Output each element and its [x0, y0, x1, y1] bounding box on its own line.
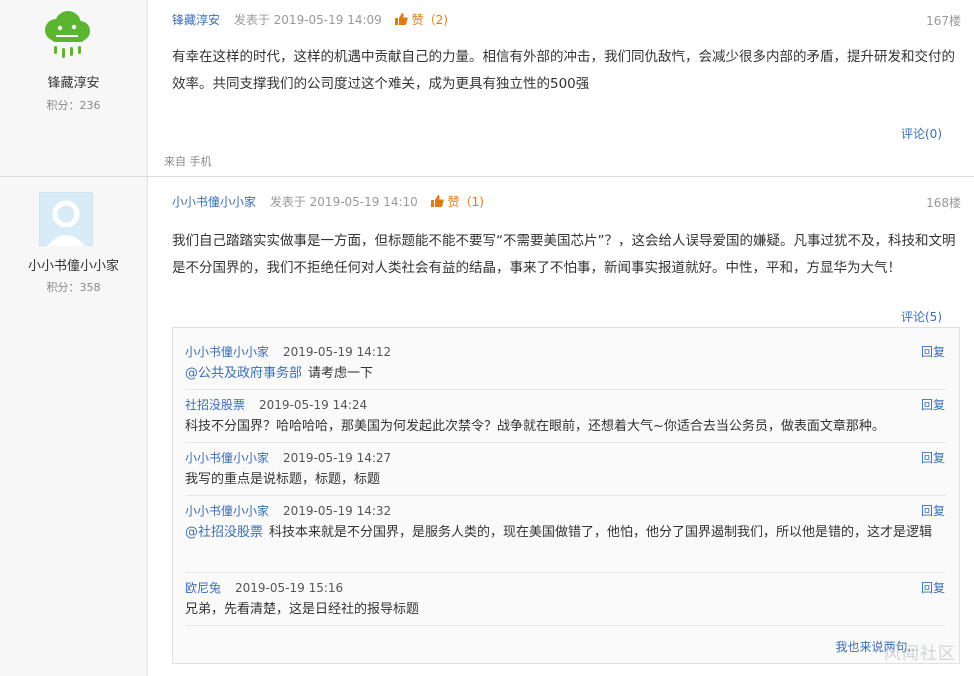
- list-item: 小小书僮小小家 2019-05-19 14:12 回复 @公共及政府事务部 请考虑一…: [185, 343, 945, 383]
- avatar[interactable]: [38, 191, 94, 247]
- author-score: 积分：236: [46, 99, 101, 112]
- list-item: 小小书僮小小家 2019-05-19 14:27 回复 我写的重点是说标题，标题，…: [185, 449, 945, 489]
- reply-button[interactable]: 回复: [921, 396, 945, 413]
- reply-button[interactable]: 回复: [921, 449, 945, 466]
- author-score: 积分：358: [46, 281, 101, 294]
- post-body: 我们自己踏踏实实做事是一方面，但标题能不能不要写“不需要美国芯片”？，这会给人误…: [172, 233, 956, 276]
- post-header: 锋藏淳安 发表于 2019-05-19 14:09 赞（2): [172, 11, 448, 28]
- reply-button[interactable]: 回复: [921, 502, 945, 519]
- comments-link[interactable]: 评论(0): [901, 125, 942, 142]
- mention-link[interactable]: @公共及政府事务部: [185, 366, 302, 381]
- reply-divider: [185, 625, 945, 626]
- reply-user[interactable]: 小小书僮小小家: [185, 345, 269, 359]
- reply-divider: [185, 572, 945, 573]
- like-button[interactable]: 赞（2): [394, 13, 448, 27]
- reply-text: 科技本来就是不分国界，是服务人类的，现在美国做错了，他怕，他分了国界遏制我们，所…: [269, 525, 933, 540]
- reply-list: 小小书僮小小家 2019-05-19 14:12 回复 @公共及政府事务部 请考虑一…: [172, 327, 960, 664]
- post-time: 发表于 2019-05-19 14:10: [269, 195, 418, 209]
- post-167: 锋藏淳安 积分：236 锋藏淳安 发表于 2019-05-19 14:09 赞（…: [0, 0, 974, 176]
- post-header: 小小书僮小小家 发表于 2019-05-19 14:10 赞（1): [172, 193, 484, 210]
- list-item: 小小书僮小小家 2019-05-19 14:32 回复 @社招没股票 科技本来就是不…: [185, 502, 945, 566]
- like-count: 赞（2): [411, 13, 448, 27]
- reply-time: 2019-05-19 14:27: [283, 451, 392, 465]
- reply-text: 请考虑一下: [308, 366, 374, 381]
- watermark: 风闻社区: [884, 644, 956, 664]
- reply-text: 科技不分国界？哈哈哈哈，那美国为何发起此次禁令？战争就在眼前，还想着大气~你适合…: [185, 419, 885, 434]
- reply-time: 2019-05-19 14:32: [283, 504, 392, 518]
- list-item: 欧尼兔 2019-05-19 15:16 回复 兄弟，先看清楚，这是日经社的报导标…: [185, 579, 945, 619]
- author-sidebar: 锋藏淳安 积分：236: [0, 0, 148, 176]
- reply-text: 我写的重点是说标题，标题，标题: [185, 472, 381, 487]
- like-count: 赞（1): [447, 195, 484, 209]
- thumbs-up-icon: [394, 13, 408, 25]
- floor-number: 167楼: [926, 14, 961, 28]
- reply-user[interactable]: 欧尼兔: [185, 581, 221, 595]
- default-user-avatar-icon: [38, 191, 94, 247]
- reply-time: 2019-05-19 14:24: [259, 398, 368, 412]
- reply-divider: [185, 442, 945, 443]
- reply-button[interactable]: 回复: [921, 343, 945, 360]
- reply-button[interactable]: 回复: [921, 579, 945, 596]
- post-content-area: 锋藏淳安 发表于 2019-05-19 14:09 赞（2) 167楼 有幸在这…: [148, 0, 974, 176]
- reply-divider: [185, 495, 945, 496]
- comments-link[interactable]: 评论(5): [901, 308, 942, 325]
- post-body: 有幸在这样的时代，这样的机遇中贡献自己的力量。相信有外部的冲击，我们同仇敌忾，会…: [172, 49, 955, 92]
- post-author-link[interactable]: 锋藏淳安: [172, 13, 220, 27]
- reply-time: 2019-05-19 15:16: [235, 581, 344, 595]
- floor-number: 168楼: [926, 196, 961, 210]
- avatar[interactable]: [40, 10, 94, 64]
- reply-divider: [185, 389, 945, 390]
- list-item: 社招没股票 2019-05-19 14:24 回复 科技不分国界？哈哈哈哈，那美国…: [185, 396, 945, 436]
- reply-user[interactable]: 小小书僮小小家: [185, 504, 269, 518]
- thumbs-up-icon: [430, 195, 444, 207]
- reply-user[interactable]: 小小书僮小小家: [185, 451, 269, 465]
- green-cloud-logo-icon: [45, 11, 90, 58]
- post-author-link[interactable]: 小小书僮小小家: [172, 195, 256, 209]
- author-name[interactable]: 锋藏淳安: [0, 72, 147, 91]
- reply-user[interactable]: 社招没股票: [185, 398, 245, 412]
- post-device: 来自 手机: [164, 155, 212, 168]
- reply-text: 兄弟，先看清楚，这是日经社的报导标题: [185, 602, 420, 617]
- reply-time: 2019-05-19 14:12: [283, 345, 392, 359]
- like-button[interactable]: 赞（1): [430, 195, 484, 209]
- mention-link[interactable]: @社招没股票: [185, 525, 263, 540]
- author-sidebar: 小小书僮小小家 积分：358: [0, 177, 148, 676]
- author-name[interactable]: 小小书僮小小家: [0, 255, 147, 274]
- post-time: 发表于 2019-05-19 14:09: [233, 13, 382, 27]
